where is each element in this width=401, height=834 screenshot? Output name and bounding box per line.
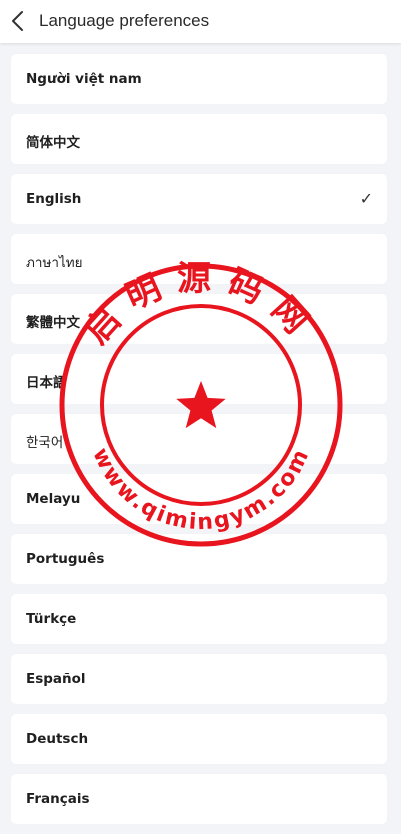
language-list: Người việt nam 简体中文 English ✓ ภาษาไทย 繁體… <box>11 54 387 834</box>
language-option-korean[interactable]: 한국어 <box>11 414 387 464</box>
language-option-traditional-chinese[interactable]: 繁體中文 <box>11 294 387 344</box>
language-label: Melayu <box>26 491 81 507</box>
language-label: Français <box>26 791 90 807</box>
chevron-left-icon <box>12 11 23 31</box>
language-label: 繁體中文 <box>26 315 80 331</box>
language-label: 한국어 <box>26 435 64 451</box>
language-option-english[interactable]: English ✓ <box>11 174 387 224</box>
language-label: 简体中文 <box>26 135 80 151</box>
language-option-portuguese[interactable]: Português <box>11 534 387 584</box>
language-option-simplified-chinese[interactable]: 简体中文 <box>11 114 387 164</box>
language-label: Português <box>26 551 105 567</box>
language-option-turkish[interactable]: Türkçe <box>11 594 387 644</box>
language-option-german[interactable]: Deutsch <box>11 714 387 764</box>
language-label: ภาษาไทย <box>26 255 83 271</box>
language-option-japanese[interactable]: 日本語 <box>11 354 387 404</box>
back-button[interactable] <box>6 8 32 34</box>
app-header: Language preferences <box>0 0 401 43</box>
language-label: Español <box>26 671 86 687</box>
language-label: Người việt nam <box>26 71 142 87</box>
language-option-thai[interactable]: ภาษาไทย <box>11 234 387 284</box>
language-label: Türkçe <box>26 611 77 627</box>
language-label: Deutsch <box>26 731 89 747</box>
language-label: English <box>26 191 82 207</box>
language-option-malay[interactable]: Melayu <box>11 474 387 524</box>
page-title: Language preferences <box>39 11 210 30</box>
language-option-vietnamese[interactable]: Người việt nam <box>11 54 387 104</box>
language-option-french[interactable]: Français <box>11 774 387 824</box>
language-label: 日本語 <box>26 375 67 391</box>
language-option-spanish[interactable]: Español <box>11 654 387 704</box>
checkmark-icon: ✓ <box>359 191 373 208</box>
